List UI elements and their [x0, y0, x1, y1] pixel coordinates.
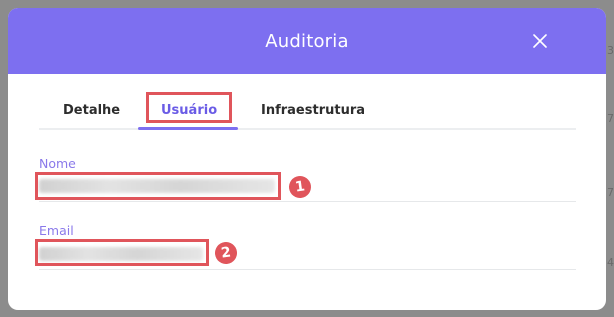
background-number: 3 — [607, 44, 614, 57]
field-label-email: Email — [39, 223, 74, 238]
tab-highlight-box — [146, 92, 232, 123]
background-number: 4 — [607, 256, 614, 269]
field-nome-highlight-box — [35, 172, 281, 200]
background-number: 7 — [607, 112, 614, 125]
close-button[interactable] — [528, 29, 552, 53]
modal-header: Auditoria — [8, 8, 606, 74]
field-label-nome: Nome — [39, 156, 76, 171]
audit-modal: Auditoria Detalhe Usuário Infraestrutura… — [8, 8, 606, 310]
tab-infraestrutura[interactable]: Infraestrutura — [261, 92, 365, 128]
field-email-highlight-box — [35, 239, 209, 266]
background-number: 7 — [607, 186, 614, 199]
tab-bar: Detalhe Usuário Infraestrutura — [39, 92, 576, 130]
active-tab-indicator — [138, 127, 238, 130]
close-icon — [533, 34, 547, 48]
modal-title: Auditoria — [265, 30, 349, 52]
tab-detalhe[interactable]: Detalhe — [63, 92, 120, 128]
